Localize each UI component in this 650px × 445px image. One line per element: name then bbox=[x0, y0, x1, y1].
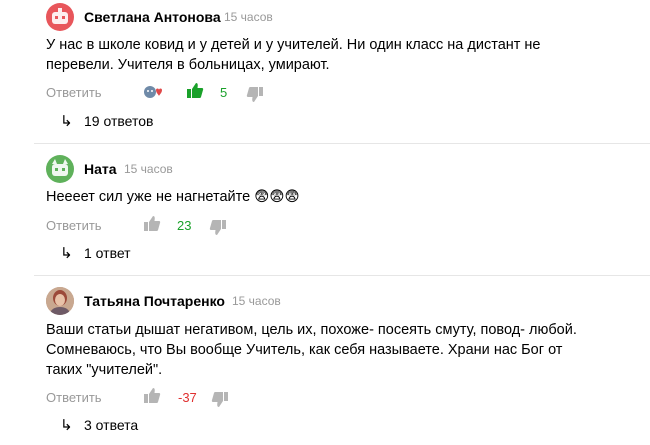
comment-time: 15 часов bbox=[224, 10, 273, 24]
comment-text-line: Ваши статьи дышат негативом, цель их, по… bbox=[46, 322, 577, 338]
replies-count: 19 ответов bbox=[84, 113, 154, 129]
divider bbox=[34, 275, 650, 276]
dislike-icon[interactable] bbox=[211, 391, 229, 408]
comment-time: 15 часов bbox=[232, 294, 281, 308]
comment-author[interactable]: Татьяна Почтаренко bbox=[84, 293, 225, 309]
like-icon[interactable] bbox=[143, 387, 161, 404]
reply-arrow-icon: ↳ bbox=[60, 245, 73, 262]
comment-text: Неееет сил уже не нагнетайте 😨😨😨 bbox=[46, 187, 606, 207]
reactions-icon[interactable] bbox=[143, 85, 163, 99]
avatar[interactable] bbox=[46, 3, 74, 31]
reply-button[interactable]: Ответить bbox=[46, 85, 102, 100]
robot-avatar-icon bbox=[52, 8, 68, 24]
like-count: -37 bbox=[178, 390, 197, 405]
divider bbox=[34, 143, 650, 144]
comment-author[interactable]: Ната bbox=[84, 161, 117, 177]
robot-avatar-icon bbox=[52, 159, 68, 176]
dislike-icon[interactable] bbox=[246, 86, 264, 103]
comment-author[interactable]: Светлана Антонова bbox=[84, 9, 221, 25]
like-count: 5 bbox=[220, 85, 228, 100]
comment-text: Ваши статьи дышат негативом, цель их, по… bbox=[46, 320, 606, 380]
comment-text-line: таких "учителей". bbox=[46, 362, 163, 378]
comment-text-line: У нас в школе ковид и у детей и у учител… bbox=[46, 37, 541, 53]
comment-text: У нас в школе ковид и у детей и у учител… bbox=[46, 35, 606, 75]
reply-button[interactable]: Ответить bbox=[46, 218, 102, 233]
reply-arrow-icon: ↳ bbox=[60, 417, 73, 434]
like-icon[interactable] bbox=[186, 82, 204, 99]
like-count: 23 bbox=[177, 218, 192, 233]
comment-text-line: Сомневаюсь, что Вы вообще Учитель, как с… bbox=[46, 342, 563, 358]
user-photo-icon bbox=[46, 287, 74, 315]
reply-arrow-icon: ↳ bbox=[60, 113, 73, 130]
avatar[interactable] bbox=[46, 287, 74, 315]
dislike-icon[interactable] bbox=[209, 219, 227, 236]
comment-text-line: Неееет сил уже не нагнетайте 😨😨😨 bbox=[46, 189, 300, 205]
like-icon[interactable] bbox=[143, 215, 161, 232]
comment-text-line: перевели. Учителя в больницах, умирают. bbox=[46, 57, 330, 73]
replies-count: 3 ответа bbox=[84, 417, 139, 433]
avatar[interactable] bbox=[46, 155, 74, 183]
comment-time: 15 часов bbox=[124, 162, 173, 176]
replies-count: 1 ответ bbox=[84, 245, 131, 261]
reply-button[interactable]: Ответить bbox=[46, 390, 102, 405]
